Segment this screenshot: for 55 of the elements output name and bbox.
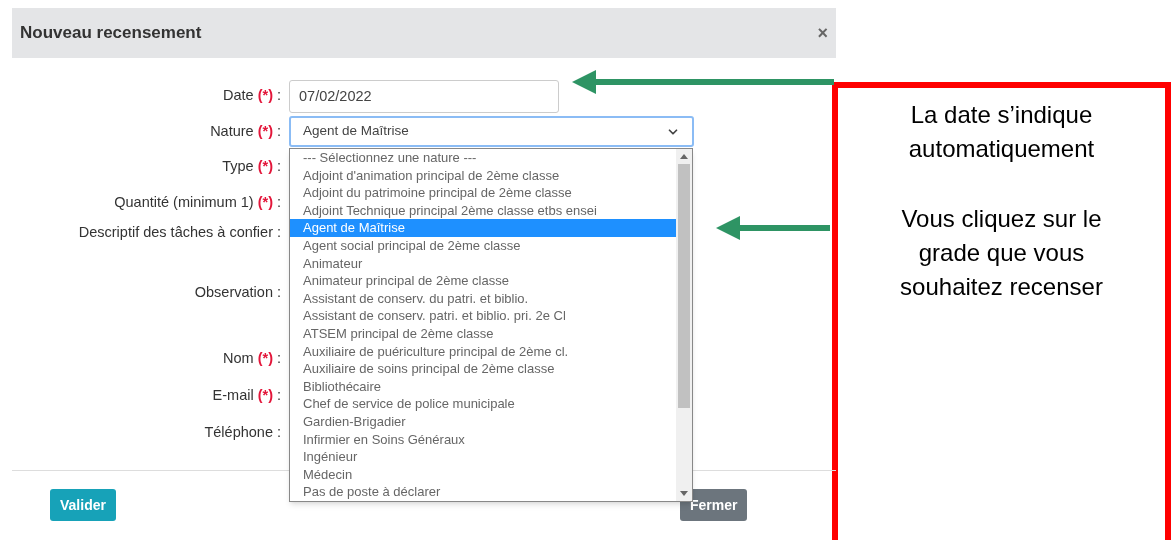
dropdown-option[interactable]: Médecin	[290, 465, 676, 484]
dropdown-option[interactable]: Agent social principal de 2ème classe	[290, 236, 676, 255]
dialog-title: Nouveau recensement	[20, 22, 202, 45]
required-mark: (*)	[257, 385, 273, 405]
dropdown-option[interactable]: Bibliothécaire	[290, 377, 676, 396]
scroll-down-icon[interactable]	[680, 491, 688, 496]
date-field[interactable]: 07/02/2022	[289, 79, 559, 113]
field-label: Téléphone	[204, 423, 273, 443]
dropdown-option[interactable]: Auxiliaire de soins principal de 2ème classe	[290, 360, 676, 378]
dropdown-option[interactable]: --- Sélectionnez une nature ---	[290, 149, 676, 167]
close-button[interactable]: ×	[817, 24, 828, 42]
dropdown-option[interactable]: Ingénieur	[290, 448, 676, 466]
dropdown-option[interactable]: Adjoint d'animation principal de 2ème classe	[290, 166, 676, 185]
dropdown-option[interactable]: Adjoint Technique principal 2ème classe etbs ensei	[290, 201, 676, 220]
dropdown-option[interactable]: Infirmier en Soins Généraux	[290, 430, 676, 449]
dropdown-option[interactable]: Assistant de conserv. patri. et biblio. pri. 2e Cl	[290, 307, 676, 325]
dropdown-option[interactable]: Adjoint du patrimoine principal de 2ème classe	[290, 184, 676, 202]
label-separator: :	[276, 223, 281, 243]
label-separator: :	[276, 349, 281, 369]
dropdown-option[interactable]: Animateur principal de 2ème classe	[290, 272, 676, 290]
dropdown-option[interactable]: Gardien-Brigadier	[290, 412, 676, 431]
dropdown-option[interactable]: ATSEM principal de 2ème classe	[290, 324, 676, 343]
dropdown-option[interactable]: Auxiliaire de puériculture principal de 2ème cl.	[290, 342, 676, 361]
dropdown-option[interactable]: Assistant de conserv. du patri. et biblio.	[290, 289, 676, 308]
label-separator: :	[276, 423, 281, 443]
required-mark: (*)	[257, 349, 273, 369]
annotation-text: Vous cliquez sur le grade que vous souhaitez recenser	[900, 204, 1103, 302]
field-label: Type	[222, 157, 254, 177]
dropdown-option[interactable]: Agent de Maîtrise	[290, 219, 676, 237]
dropdown-option[interactable]: Chef de service de police municipale	[290, 395, 676, 413]
field-label: Descriptif des tâches à confier	[78, 223, 273, 243]
dropdown-option[interactable]: Pas de poste à déclarer	[290, 483, 676, 501]
required-mark: (*)	[257, 121, 273, 141]
label-separator: :	[276, 121, 281, 141]
nature-select[interactable]: Agent de Maîtrise	[289, 116, 694, 147]
annotation-text: La date s’indique automatiquement	[908, 100, 1095, 164]
scroll-up-icon[interactable]	[680, 154, 688, 159]
label-separator: :	[276, 193, 281, 213]
dropdown-option[interactable]: Animateur	[290, 254, 676, 273]
label-separator: :	[276, 283, 281, 303]
scrollbar[interactable]	[676, 149, 692, 501]
label-separator: :	[276, 385, 281, 405]
field-label: Observation	[194, 283, 273, 303]
label-separator: :	[276, 86, 281, 106]
required-mark: (*)	[257, 86, 273, 106]
field-label: Nom	[223, 349, 254, 369]
field-label: Nature	[210, 121, 254, 141]
required-mark: (*)	[257, 193, 273, 213]
field-label: E-mail	[212, 385, 254, 405]
required-mark: (*)	[257, 157, 273, 177]
close-dialog-button[interactable]: Fermer	[679, 489, 748, 521]
field-label: Quantité (minimum 1)	[114, 193, 254, 213]
label-separator: :	[276, 157, 281, 177]
scroll-thumb[interactable]	[678, 164, 690, 408]
field-label: Date	[223, 86, 254, 106]
